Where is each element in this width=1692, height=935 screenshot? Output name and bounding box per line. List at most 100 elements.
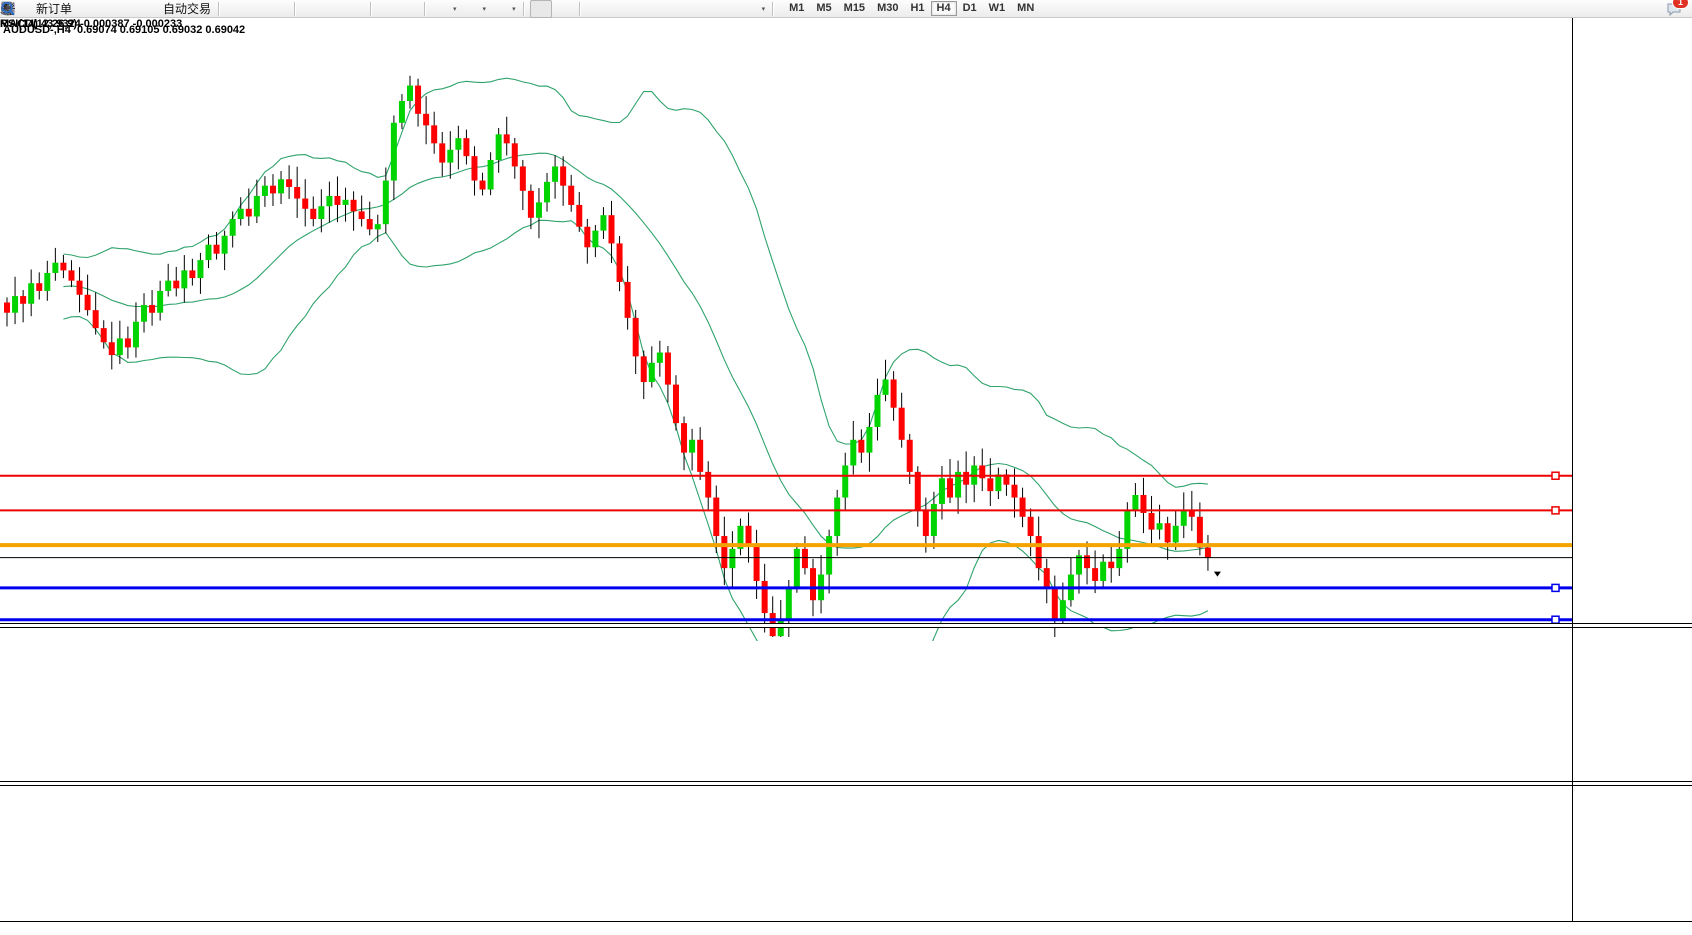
candle-down bbox=[286, 179, 292, 187]
candle-up bbox=[222, 236, 228, 254]
bar-chart-button[interactable] bbox=[225, 1, 245, 17]
chart-window[interactable]: AUDUSD-,H4 0.69074 0.69105 0.69032 0.690… bbox=[0, 18, 1692, 935]
candle-up bbox=[28, 283, 34, 304]
candle-up bbox=[826, 536, 832, 575]
candle-up bbox=[552, 166, 558, 181]
vertical-line-button[interactable] bbox=[586, 1, 606, 17]
candle-down bbox=[899, 408, 905, 440]
panel-divider[interactable] bbox=[0, 623, 1692, 628]
candle-down bbox=[584, 227, 590, 248]
timeframe-button-mn[interactable]: MN bbox=[1011, 1, 1040, 16]
horizontal-line-button[interactable] bbox=[608, 1, 628, 17]
timeframe-button-m15[interactable]: M15 bbox=[838, 1, 871, 16]
candle-up bbox=[133, 322, 139, 348]
candle-up bbox=[375, 224, 381, 229]
candle-up bbox=[12, 296, 18, 313]
candle-up bbox=[834, 498, 840, 537]
candle-up bbox=[939, 478, 945, 504]
text-button[interactable]: A bbox=[696, 1, 716, 17]
zoom-out-button[interactable] bbox=[323, 1, 343, 17]
candlestick-chart-button[interactable] bbox=[247, 1, 267, 17]
dropdown-arrow-icon: ▾ bbox=[483, 5, 487, 13]
signal-button[interactable] bbox=[120, 1, 140, 17]
timeframe-toolbar: M1M5M15M30H1H4D1W1MN bbox=[783, 1, 1040, 16]
candle-up bbox=[1181, 510, 1187, 525]
new-order-label: 新订单 bbox=[36, 0, 72, 17]
timeframe-button-h4[interactable]: H4 bbox=[931, 1, 957, 16]
candle-up bbox=[689, 440, 695, 453]
line-chart-icon bbox=[271, 1, 287, 16]
candle-up bbox=[230, 219, 236, 236]
text-label-button[interactable]: T bbox=[718, 1, 738, 17]
profile-button[interactable] bbox=[76, 1, 96, 17]
candle-down bbox=[101, 328, 107, 342]
search-icon[interactable] bbox=[1640, 1, 1656, 16]
level-line-handle[interactable] bbox=[1552, 472, 1559, 479]
vertical-line-icon bbox=[588, 1, 604, 16]
terminal-button[interactable] bbox=[98, 1, 118, 17]
fibonacci-icon: F bbox=[676, 1, 692, 16]
candle-down bbox=[1205, 548, 1211, 558]
periods-button[interactable]: ▾ bbox=[461, 1, 489, 17]
rsi-panel-canvas[interactable] bbox=[0, 18, 300, 168]
timeframe-button-m30[interactable]: M30 bbox=[871, 1, 904, 16]
toolbar-separator bbox=[772, 2, 774, 16]
chart-shift-button[interactable] bbox=[399, 1, 419, 17]
equidistant-channel-button[interactable]: E bbox=[652, 1, 672, 17]
indicators-button[interactable]: ▾ bbox=[431, 1, 459, 17]
timeframe-button-w1[interactable]: W1 bbox=[983, 1, 1012, 16]
candle-down bbox=[93, 310, 99, 328]
line-chart-button[interactable] bbox=[269, 1, 289, 17]
candle-up bbox=[165, 281, 171, 291]
cursor-button[interactable] bbox=[530, 0, 552, 18]
candle-down bbox=[721, 536, 727, 568]
new-order-button[interactable]: 新订单 bbox=[15, 1, 74, 17]
arrows-button[interactable]: ▾ bbox=[740, 1, 768, 17]
arrows-icon bbox=[742, 1, 758, 16]
timeframe-button-d1[interactable]: D1 bbox=[957, 1, 983, 16]
timeframe-button-m1[interactable]: M1 bbox=[783, 1, 810, 16]
signal-icon bbox=[122, 1, 138, 16]
candle-down bbox=[625, 282, 631, 318]
timeframe-button-m5[interactable]: M5 bbox=[810, 1, 837, 16]
candle-down bbox=[189, 270, 195, 278]
candle-down bbox=[367, 219, 373, 229]
candle-down bbox=[520, 166, 526, 190]
cursor-icon bbox=[533, 1, 549, 16]
candle-down bbox=[173, 281, 179, 289]
horizontal-line-icon bbox=[610, 1, 626, 16]
periods-icon bbox=[463, 1, 479, 16]
crosshair-button[interactable] bbox=[554, 1, 574, 17]
candle-down bbox=[609, 215, 615, 243]
candle-down bbox=[351, 200, 357, 212]
toolbar-separator bbox=[424, 2, 426, 16]
candle-up bbox=[850, 440, 856, 466]
mt4-window: 新订单 自动交易 bbox=[0, 0, 1692, 935]
auto-trading-button[interactable]: 自动交易 bbox=[142, 1, 213, 17]
level-line-handle[interactable] bbox=[1552, 584, 1559, 591]
templates-button[interactable]: ▾ bbox=[490, 1, 518, 17]
zoom-in-button[interactable] bbox=[301, 1, 321, 17]
timeframe-button-h1[interactable]: H1 bbox=[904, 1, 930, 16]
candle-down bbox=[528, 191, 534, 218]
candle-up bbox=[141, 305, 147, 322]
notification-badge[interactable]: 1 bbox=[1672, 0, 1689, 9]
trendline-button[interactable] bbox=[630, 1, 650, 17]
candle-down bbox=[802, 549, 808, 568]
chat-icon[interactable]: 1 bbox=[1666, 1, 1682, 16]
fibonacci-button[interactable]: F bbox=[674, 1, 694, 17]
bar-chart-icon bbox=[227, 1, 243, 16]
indicators-icon bbox=[433, 1, 449, 16]
panel-divider[interactable] bbox=[0, 781, 1692, 786]
candle-down bbox=[504, 134, 510, 143]
macd-panel-canvas[interactable] bbox=[0, 645, 1572, 799]
candle-up bbox=[1132, 495, 1138, 510]
candle-down bbox=[68, 270, 74, 280]
candle-down bbox=[439, 143, 445, 162]
tile-windows-button[interactable] bbox=[345, 1, 365, 17]
candle-up bbox=[883, 379, 889, 394]
level-line-handle[interactable] bbox=[1552, 507, 1559, 514]
candle-up bbox=[399, 101, 405, 123]
auto-scroll-button[interactable] bbox=[377, 1, 397, 17]
candle-up bbox=[181, 270, 187, 288]
